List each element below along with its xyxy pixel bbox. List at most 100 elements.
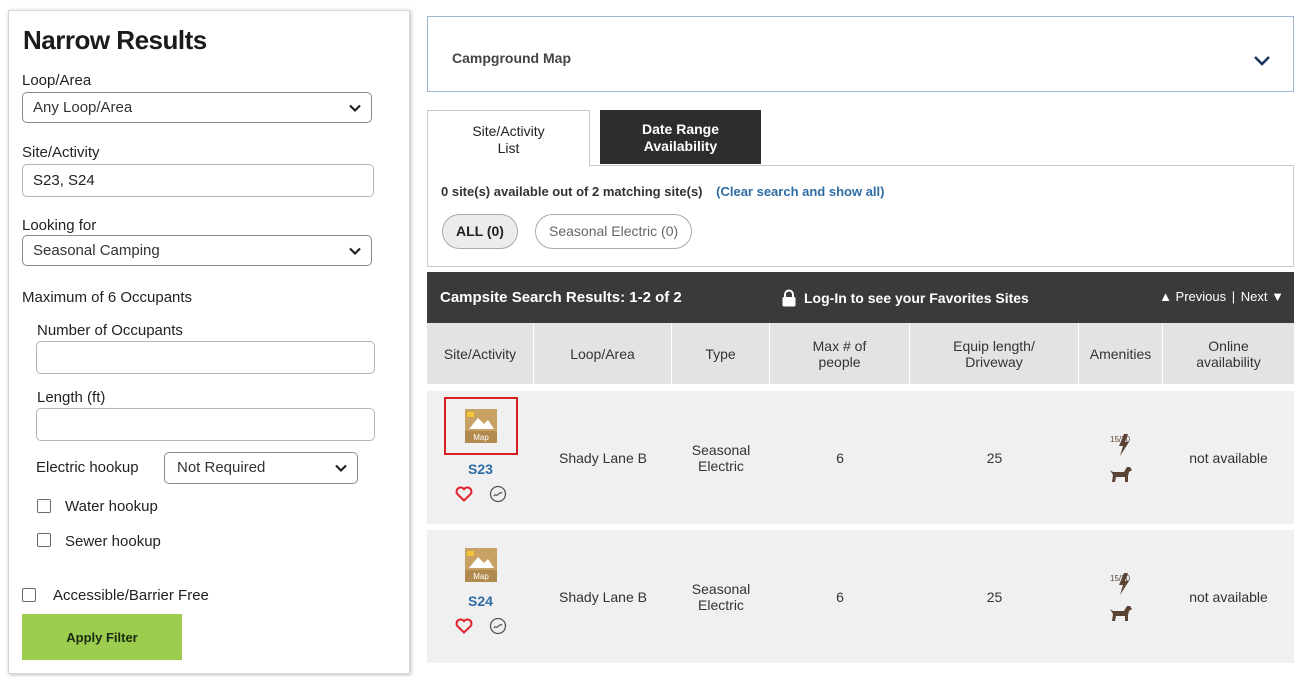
loop-area-value: Any Loop/Area <box>33 99 133 116</box>
loop-area-select[interactable]: Any Loop/Area <box>22 92 372 123</box>
max-people-cell: 6 <box>836 449 844 466</box>
amenities-cell: 15/30 <box>1079 530 1163 663</box>
heart-icon[interactable] <box>455 618 473 634</box>
amenities-cell: 15/30 <box>1079 391 1163 524</box>
site-actions <box>455 485 507 503</box>
col-equip-line2: Driveway <box>965 353 1023 370</box>
col-online-line1: Online <box>1208 337 1249 354</box>
tab-date-line1: Date Range <box>641 121 720 137</box>
col-loop-area[interactable]: Loop/Area <box>534 323 672 384</box>
site-actions <box>455 617 507 635</box>
availability-cell: not available <box>1189 588 1268 605</box>
tab-date-range-availability[interactable]: Date Range Availability <box>600 110 761 164</box>
tab-site-line1: Site/Activity <box>472 123 545 139</box>
site-map-button[interactable]: Map <box>459 543 503 587</box>
electric-hookup-select[interactable]: Not Required <box>164 452 358 484</box>
panel-title: Narrow Results <box>23 25 207 55</box>
filter-pill-all[interactable]: ALL (0) <box>442 214 518 249</box>
tab-site-activity-list[interactable]: Site/Activity List <box>427 110 590 166</box>
availability-summary: 0 site(s) available out of 2 matching si… <box>441 184 884 199</box>
site-id-link[interactable]: S24 <box>468 593 493 609</box>
map-badge-text: Map <box>473 572 489 581</box>
accessible-label: Accessible/Barrier Free <box>53 587 209 604</box>
site-cell: Map S23 <box>427 391 534 524</box>
equip-length-cell: 25 <box>986 588 1003 605</box>
type-line1: Seasonal <box>691 441 751 458</box>
col-max-people[interactable]: Max # of people <box>770 323 910 384</box>
login-favorites[interactable]: Log-In to see your Favorites Sites <box>781 289 1029 307</box>
sewer-hookup-checkbox[interactable] <box>37 533 51 547</box>
clear-search-link[interactable]: (Clear search and show all) <box>716 184 884 199</box>
site-map-icon: Map <box>464 409 497 443</box>
next-link[interactable]: Next ▼ <box>1241 289 1284 304</box>
availability-text: 0 site(s) available out of 2 matching si… <box>441 184 703 199</box>
campsite-results-table: Site/Activity Loop/Area Type Max # of peo… <box>427 323 1294 663</box>
loop-cell: Shady Lane B <box>559 449 647 466</box>
site-details-icon[interactable] <box>489 485 507 503</box>
campground-map-label: Campground Map <box>452 50 571 66</box>
results-summary-box: 0 site(s) available out of 2 matching si… <box>427 165 1294 267</box>
availability-cell: not available <box>1189 449 1268 466</box>
col-online-availability[interactable]: Online availability <box>1163 323 1294 384</box>
looking-for-value: Seasonal Camping <box>33 242 160 259</box>
electric-hookup-label: Electric hookup <box>36 459 139 476</box>
campground-map-toggle[interactable]: Campground Map <box>427 16 1294 92</box>
col-site-activity[interactable]: Site/Activity <box>427 323 534 384</box>
site-activity-input[interactable]: S23, S24 <box>22 164 374 197</box>
site-map-button[interactable]: Map <box>443 397 518 455</box>
occupants-input[interactable] <box>36 341 375 374</box>
looking-for-select[interactable]: Seasonal Camping <box>22 235 372 266</box>
site-activity-label: Site/Activity <box>22 144 100 161</box>
max-occupants-text: Maximum of 6 Occupants <box>22 289 193 306</box>
site-id-link[interactable]: S23 <box>468 461 493 477</box>
col-max-line2: people <box>818 353 861 370</box>
water-hookup-label: Water hookup <box>65 498 158 515</box>
chevron-down-icon <box>349 247 361 256</box>
type-cell: Seasonal Electric <box>672 530 770 663</box>
site-activity-value: S23, S24 <box>33 172 95 189</box>
filter-pill-seasonal-electric[interactable]: Seasonal Electric (0) <box>535 214 693 249</box>
water-hookup-checkbox[interactable] <box>37 499 51 513</box>
site-cell: Map S24 <box>427 530 534 663</box>
site-details-icon[interactable] <box>489 617 507 635</box>
occupants-label: Number of Occupants <box>37 322 183 339</box>
type-line2: Electric <box>698 457 744 474</box>
length-input[interactable] <box>36 408 375 441</box>
max-people-cell: 6 <box>836 588 844 605</box>
looking-for-label: Looking for <box>22 217 97 234</box>
equip-length-cell: 25 <box>986 449 1003 466</box>
pager-separator: | <box>1231 289 1236 304</box>
previous-link[interactable]: ▲ Previous <box>1159 289 1226 304</box>
chevron-down-icon <box>1254 56 1270 66</box>
accessible-checkbox[interactable] <box>22 588 36 602</box>
loop-cell: Shady Lane B <box>559 588 647 605</box>
pet-friendly-icon <box>1110 466 1132 482</box>
narrow-results-panel: Narrow Results Loop/Area Any Loop/Area S… <box>8 10 410 674</box>
site-map-icon: Map <box>464 548 497 582</box>
chevron-down-icon <box>335 464 347 473</box>
col-equip-length[interactable]: Equip length/Driveway <box>910 323 1079 384</box>
table-row: Map S23 Shady Lane B Seasonal Electric 6 … <box>427 391 1294 524</box>
pagination: ▲ Previous | Next ▼ <box>1159 289 1284 304</box>
loop-area-label: Loop/Area <box>22 72 92 89</box>
tab-site-line2: List <box>497 140 520 156</box>
col-type[interactable]: Type <box>672 323 770 384</box>
type-line1: Seasonal <box>691 580 751 597</box>
results-count-title: Campsite Search Results: 1-2 of 2 <box>440 289 682 306</box>
electric-hookup-icon: 15/30 <box>1110 433 1131 456</box>
heart-icon[interactable] <box>455 486 473 502</box>
type-line2: Electric <box>698 596 744 613</box>
lock-icon <box>782 289 796 307</box>
type-cell: Seasonal Electric <box>672 391 770 524</box>
pet-friendly-icon <box>1110 605 1132 621</box>
col-equip-line1: Equip length/ <box>953 337 1035 354</box>
chevron-down-icon <box>349 104 361 113</box>
col-max-line1: Max # of <box>812 337 867 354</box>
apply-filter-button[interactable]: Apply Filter <box>22 614 182 660</box>
map-badge-text: Map <box>473 433 489 442</box>
sewer-hookup-label: Sewer hookup <box>65 533 161 550</box>
col-online-line2: availability <box>1196 353 1261 370</box>
col-amenities: Amenities <box>1079 323 1163 384</box>
electric-hookup-value: Not Required <box>177 459 266 476</box>
length-label: Length (ft) <box>37 389 106 406</box>
